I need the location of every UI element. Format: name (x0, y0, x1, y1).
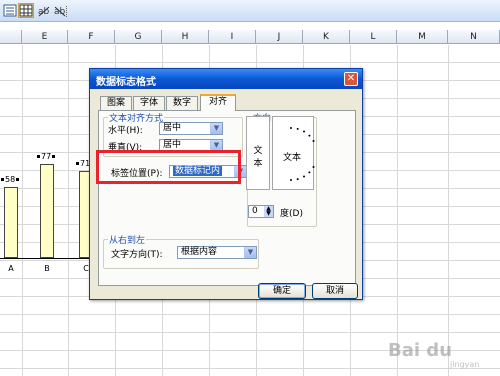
toolbar: ab ab (0, 0, 500, 22)
screen: ab ab E F G H I J K L M N 58A77B71C 数据标志… (0, 0, 500, 376)
tab-number[interactable]: 数字 (166, 96, 198, 110)
orientation-tick[interactable] (308, 171, 311, 174)
cancel-button[interactable]: 取消 (312, 283, 358, 299)
orientation-tick[interactable] (308, 134, 311, 137)
column-header-i[interactable]: I (209, 30, 256, 44)
highlight-annotation (96, 150, 241, 184)
chart-category-label: A (8, 264, 14, 273)
orientation-tick[interactable] (296, 127, 299, 130)
right-to-left-group-title: 从右到左 (108, 233, 147, 246)
chevron-down-icon[interactable]: ▼ (210, 123, 222, 134)
grid-line (397, 45, 398, 376)
orientation-tick[interactable] (290, 179, 292, 181)
watermark-sub: jingyan (450, 360, 480, 369)
orientation-tick[interactable] (312, 140, 315, 142)
orientation-tick[interactable] (290, 127, 292, 129)
column-header-j[interactable]: J (256, 30, 303, 44)
grid-line (22, 45, 23, 376)
column-headers: E F G H I J K L M N (0, 30, 500, 44)
column-header-partial[interactable] (0, 30, 22, 44)
tab-font[interactable]: 字体 (133, 96, 165, 110)
column-header-e[interactable]: E (22, 30, 68, 44)
chevron-down-icon[interactable]: ▼ (244, 247, 256, 258)
column-header-g[interactable]: G (115, 30, 162, 44)
chart-x-axis (0, 258, 100, 259)
degree-spinner[interactable]: 0 ▲ ▼ (248, 205, 274, 218)
text-direction-select-value: 根据内容 (181, 247, 218, 257)
column-header-h[interactable]: H (162, 30, 209, 44)
horizontal-select-value: 居中 (163, 123, 182, 133)
chart-bar[interactable] (40, 164, 54, 258)
column-header-f[interactable]: F (68, 30, 115, 44)
dialog-title: 数据标志格式 (96, 77, 156, 88)
column-header-l[interactable]: L (350, 30, 397, 44)
format-data-labels-dialog: 数据标志格式 ✕ 图案 字体 数字 对齐 文本对齐方式 水平(H): 居中 ▼ … (89, 68, 363, 300)
chart-data-label[interactable]: 77 (36, 152, 56, 161)
angle-clockwise-icon[interactable]: ab (36, 3, 52, 18)
text-direction-select[interactable]: 根据内容 ▼ (177, 246, 257, 259)
column-header-k[interactable]: K (303, 30, 350, 44)
column-header-m[interactable]: M (397, 30, 448, 44)
text-direction-label: 文字方向(T): (111, 250, 163, 260)
horizontal-select[interactable]: 居中 ▼ (159, 122, 223, 135)
baidu-watermark-logo: Bai du jingyan (384, 330, 500, 370)
vertical-select-value: 居中 (163, 140, 182, 150)
horizontal-label: 水平(H): (108, 126, 143, 136)
chart-bar[interactable] (4, 187, 18, 258)
column-header-n[interactable]: N (448, 30, 500, 44)
degree-label: 度(D) (280, 209, 303, 219)
align-icon[interactable] (2, 3, 18, 18)
chart-category-label: B (44, 264, 50, 273)
watermark-brand: Bai du (388, 340, 453, 361)
close-icon[interactable]: ✕ (344, 72, 358, 86)
orientation-text-sample: 文本 (283, 153, 302, 163)
vertical-text-sample: 文本 (253, 146, 263, 169)
spinner-arrows-icon[interactable]: ▲ ▼ (264, 206, 273, 217)
degree-value: 0 (252, 206, 258, 216)
dialog-title-bar[interactable]: 数据标志格式 ✕ (90, 69, 362, 89)
tab-patterns[interactable]: 图案 (100, 96, 132, 110)
vertical-text-orientation[interactable]: 文本 (246, 116, 270, 190)
chart-table-icon[interactable] (18, 3, 34, 18)
tab-alignment[interactable]: 对齐 (200, 94, 236, 111)
orientation-tick[interactable] (312, 166, 315, 168)
ok-button[interactable]: 确定 (258, 283, 306, 299)
grid-line (68, 45, 69, 376)
orientation-tick[interactable] (303, 175, 305, 178)
alignment-tab-panel: 文本对齐方式 水平(H): 居中 ▼ 垂直(V): 居中 ▼ 标签位置(P): … (98, 110, 356, 286)
chart-data-label[interactable]: 58 (0, 175, 20, 184)
orientation-tick[interactable] (296, 178, 299, 181)
grid-line (448, 45, 449, 376)
toolbar-grip-icon[interactable] (66, 6, 70, 17)
orientation-tick[interactable] (303, 130, 305, 133)
